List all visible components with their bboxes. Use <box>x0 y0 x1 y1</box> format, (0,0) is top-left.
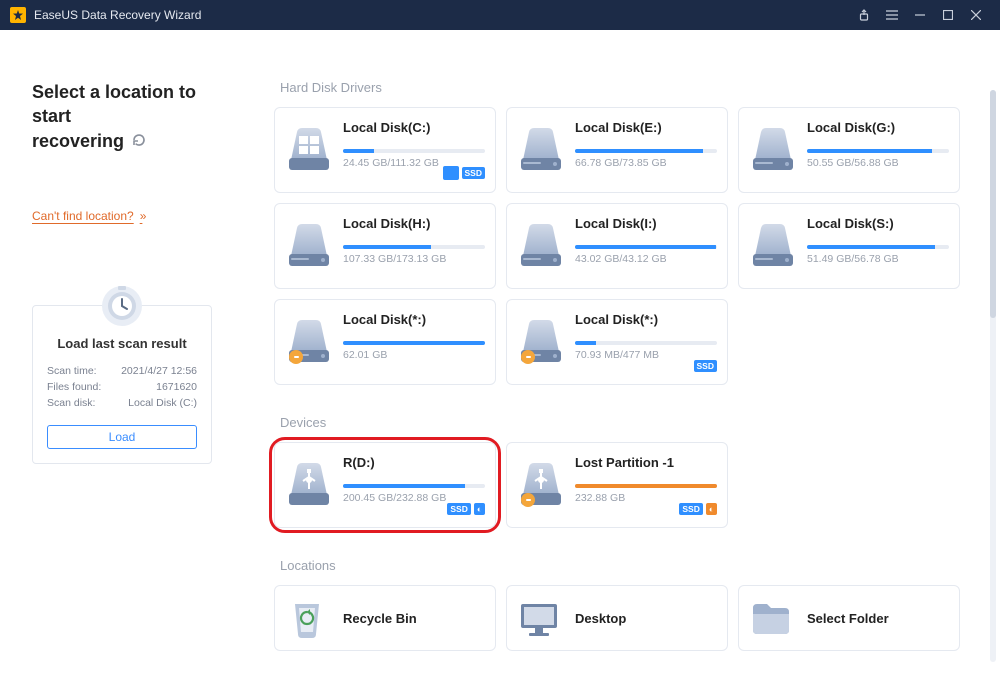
app-title: EaseUS Data Recovery Wizard <box>34 8 201 22</box>
device-badges: SSD◐ <box>447 503 485 515</box>
highlight-ring: R(D:) 200.45 GB/232.88 GB SSD◐ <box>269 437 501 533</box>
disk-size: 107.33 GB/173.13 GB <box>343 253 485 265</box>
minimize-button[interactable] <box>906 0 934 30</box>
disk-card[interactable]: Local Disk(S:) 51.49 GB/56.78 GB <box>738 203 960 289</box>
usage-bar <box>807 245 949 249</box>
app-logo <box>10 7 26 23</box>
location-card[interactable]: Select Folder <box>738 585 960 651</box>
clock-icon <box>98 282 146 330</box>
scrollbar[interactable] <box>990 90 996 662</box>
sidebar: Select a location to start recovering Ca… <box>0 30 250 692</box>
device-name: Lost Partition -1 <box>575 455 717 470</box>
last-scan-title: Load last scan result <box>47 336 197 351</box>
usage-bar <box>343 149 485 153</box>
disk-size: 50.55 GB/56.88 GB <box>807 157 949 169</box>
location-name: Desktop <box>575 611 626 626</box>
disk-card[interactable]: Local Disk(C:) 24.45 GB/111.32 GB SSD <box>274 107 496 193</box>
menu-button[interactable] <box>878 0 906 30</box>
usage-bar <box>807 149 949 153</box>
drive-icon <box>749 122 797 172</box>
disk-card[interactable]: Local Disk(*:) 70.93 MB/477 MB SSD <box>506 299 728 385</box>
devices-grid: R(D:) 200.45 GB/232.88 GB SSD◐ Lost Part… <box>274 442 974 528</box>
disk-size: 66.78 GB/73.85 GB <box>575 157 717 169</box>
drive-icon <box>285 314 333 364</box>
location-card[interactable]: Desktop <box>506 585 728 651</box>
scrollbar-thumb[interactable] <box>990 90 996 318</box>
disk-name: Local Disk(I:) <box>575 216 717 231</box>
usage-bar <box>343 341 485 345</box>
files-found-value: 1671620 <box>156 381 197 393</box>
disk-name: Local Disk(S:) <box>807 216 949 231</box>
close-button[interactable] <box>962 0 990 30</box>
title-bar: EaseUS Data Recovery Wizard <box>0 0 1000 30</box>
cant-find-label: Can't find location? <box>32 209 134 223</box>
chevron-right-icon: » <box>140 209 143 223</box>
section-hard-disks-label: Hard Disk Drivers <box>280 80 990 95</box>
disk-card[interactable]: Local Disk(G:) 50.55 GB/56.88 GB <box>738 107 960 193</box>
disk-size: 62.01 GB <box>343 349 485 361</box>
device-card[interactable]: Lost Partition -1 232.88 GB SSD◐ <box>506 442 728 528</box>
share-button[interactable] <box>850 0 878 30</box>
disk-card[interactable]: Local Disk(I:) 43.02 GB/43.12 GB <box>506 203 728 289</box>
disk-card[interactable]: Local Disk(H:) 107.33 GB/173.13 GB <box>274 203 496 289</box>
heading-line1: Select a location to start <box>32 82 196 126</box>
location-card[interactable]: Recycle Bin <box>274 585 496 651</box>
disk-name: Local Disk(*:) <box>343 312 485 327</box>
last-scan-card: Load last scan result Scan time: 2021/4/2… <box>32 305 212 464</box>
usb-drive-icon <box>285 457 333 507</box>
disk-size: 51.49 GB/56.78 GB <box>807 253 949 265</box>
usage-bar <box>575 245 717 249</box>
disk-card[interactable]: Local Disk(E:) 66.78 GB/73.85 GB <box>506 107 728 193</box>
load-button[interactable]: Load <box>47 425 197 449</box>
section-devices-label: Devices <box>280 415 990 430</box>
disk-name: Local Disk(*:) <box>575 312 717 327</box>
usage-bar <box>343 484 485 488</box>
locations-grid: Recycle Bin Desktop Select Folder <box>274 585 974 651</box>
disk-name: Local Disk(G:) <box>807 120 949 135</box>
scan-disk-label: Scan disk: <box>47 397 95 409</box>
folder-icon <box>749 598 793 638</box>
device-card[interactable]: R(D:) 200.45 GB/232.88 GB SSD◐ <box>274 442 496 528</box>
section-locations-label: Locations <box>280 558 990 573</box>
usage-bar <box>343 245 485 249</box>
usage-bar <box>575 484 717 488</box>
drive-icon <box>285 122 333 172</box>
device-name: R(D:) <box>343 455 485 470</box>
scan-time-label: Scan time: <box>47 365 97 377</box>
files-found-label: Files found: <box>47 381 101 393</box>
disk-badges: SSD <box>443 166 485 180</box>
heading-line2: recovering <box>32 131 124 151</box>
usage-bar <box>575 149 717 153</box>
drive-icon <box>749 218 797 268</box>
disk-size: 43.02 GB/43.12 GB <box>575 253 717 265</box>
cant-find-location-link[interactable]: Can't find location? » <box>32 209 142 223</box>
main-panel: Hard Disk Drivers Local Disk(C:) 24.45 G… <box>250 30 1000 692</box>
desktop-icon <box>517 598 561 638</box>
disk-name: Local Disk(C:) <box>343 120 485 135</box>
location-name: Select Folder <box>807 611 889 626</box>
scan-time-value: 2021/4/27 12:56 <box>121 365 197 377</box>
drive-icon <box>517 122 565 172</box>
device-badges: SSD◐ <box>679 503 717 515</box>
drive-icon <box>517 314 565 364</box>
disk-card[interactable]: Local Disk(*:) 62.01 GB <box>274 299 496 385</box>
usb-drive-icon <box>517 457 565 507</box>
recycle-icon <box>285 598 329 638</box>
disk-name: Local Disk(H:) <box>343 216 485 231</box>
page-heading: Select a location to start recovering <box>32 80 224 154</box>
scan-disk-value: Local Disk (C:) <box>128 397 197 409</box>
disk-name: Local Disk(E:) <box>575 120 717 135</box>
disks-grid: Local Disk(C:) 24.45 GB/111.32 GB SSD Lo… <box>274 107 974 385</box>
drive-icon <box>517 218 565 268</box>
maximize-button[interactable] <box>934 0 962 30</box>
drive-icon <box>285 218 333 268</box>
location-name: Recycle Bin <box>343 611 417 626</box>
refresh-icon[interactable] <box>131 130 147 154</box>
disk-badges: SSD <box>694 360 717 372</box>
usage-bar <box>575 341 717 345</box>
